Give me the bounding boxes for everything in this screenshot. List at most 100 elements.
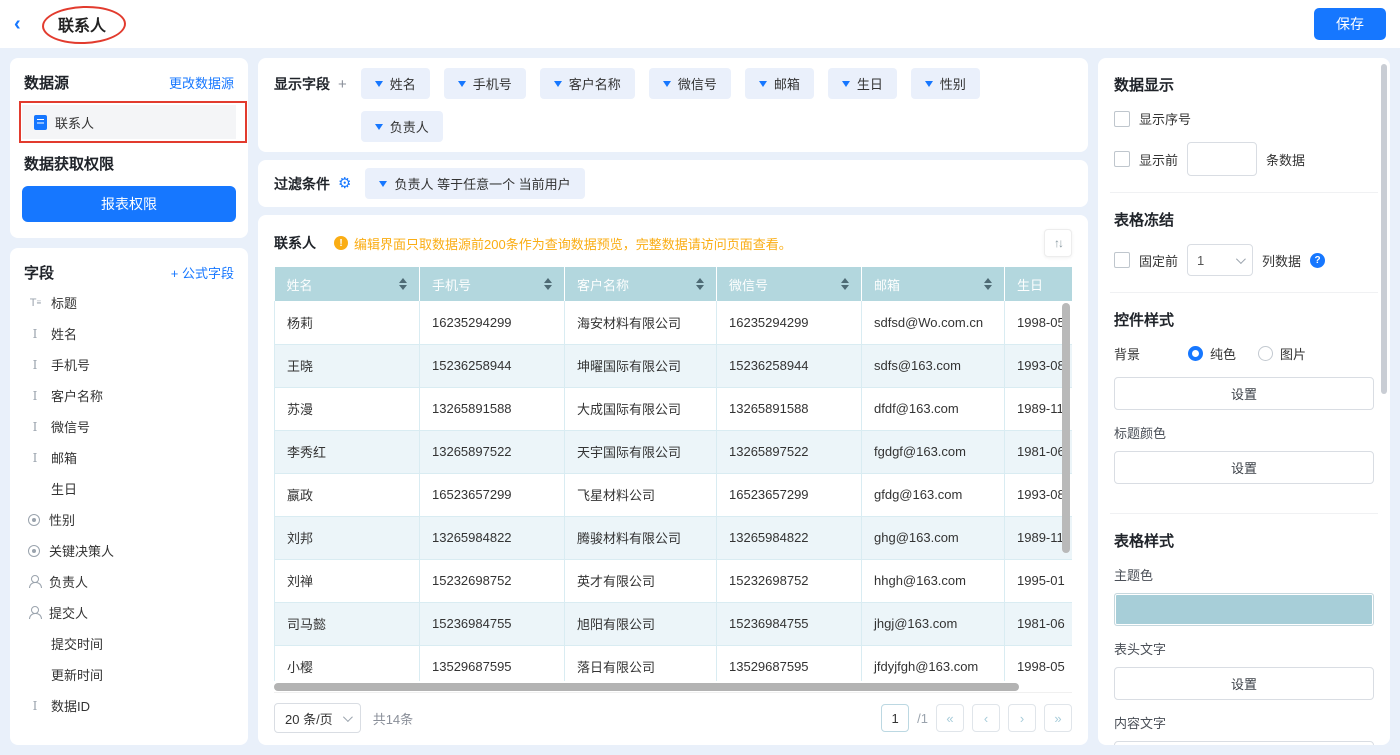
- vertical-scrollbar[interactable]: [1062, 303, 1070, 553]
- current-page-input[interactable]: 1: [881, 704, 909, 732]
- document-icon: [34, 115, 47, 130]
- field-item[interactable]: 数据ID: [22, 690, 236, 721]
- table-row: 刘邦13265984822腾骏材料有限公司13265984822ghg@163.…: [275, 516, 1073, 559]
- save-button[interactable]: 保存: [1314, 8, 1386, 40]
- field-item[interactable]: 生日: [22, 473, 236, 504]
- field-item[interactable]: 关键决策人: [22, 535, 236, 566]
- table-cell: 15236984755: [717, 602, 862, 645]
- field-item[interactable]: 邮箱: [22, 442, 236, 473]
- column-header[interactable]: 生日: [1005, 267, 1073, 301]
- show-index-checkbox[interactable]: [1114, 111, 1130, 127]
- chevron-down-icon: [925, 81, 933, 87]
- field-item[interactable]: 微信号: [22, 411, 236, 442]
- sort-icon[interactable]: [984, 278, 992, 291]
- center-column: 显示字段 + 姓名手机号客户名称微信号邮箱生日性别负责人 过滤条件 ⚙ 负责人 …: [258, 58, 1088, 745]
- chevron-down-icon: [842, 81, 850, 87]
- table-cell: 腾骏材料有限公司: [565, 516, 717, 559]
- field-item[interactable]: 性别: [22, 504, 236, 535]
- table-cell: 13529687595: [420, 645, 565, 681]
- field-item[interactable]: 提交人: [22, 597, 236, 628]
- display-field-chip[interactable]: 微信号: [649, 68, 731, 99]
- theme-color-swatch[interactable]: [1114, 593, 1374, 626]
- table-row: 李秀红13265897522天宇国际有限公司13265897522fgdgf@1…: [275, 430, 1073, 473]
- content-text-set-button[interactable]: 设置: [1114, 741, 1374, 745]
- table-cell: 英才有限公司: [565, 559, 717, 602]
- bg-image-option[interactable]: 图片: [1258, 344, 1306, 363]
- display-field-chip[interactable]: 性别: [911, 68, 980, 99]
- field-item[interactable]: 客户名称: [22, 380, 236, 411]
- sort-icon[interactable]: [399, 278, 407, 291]
- panel-scrollbar[interactable]: [1381, 64, 1387, 394]
- table-row: 刘禅15232698752英才有限公司15232698752hhgh@163.c…: [275, 559, 1073, 602]
- display-field-chip[interactable]: 客户名称: [540, 68, 635, 99]
- field-item-label: 标题: [51, 293, 77, 312]
- column-header-label: 生日: [1017, 275, 1043, 294]
- filter-condition-chip[interactable]: 负责人 等于任意一个 当前用户: [365, 168, 584, 199]
- table-card: 联系人 ! 编辑界面只取数据源前200条作为查询数据预览，完整数据请访问页面查看…: [258, 215, 1088, 745]
- display-field-chip[interactable]: 生日: [828, 68, 897, 99]
- field-item[interactable]: 负责人: [22, 566, 236, 597]
- field-item-label: 性别: [49, 510, 75, 529]
- back-icon[interactable]: ‹: [14, 14, 38, 34]
- freeze-count-select[interactable]: 1: [1187, 244, 1253, 276]
- table-cell: 15236258944: [717, 344, 862, 387]
- header-text-set-button[interactable]: 设置: [1114, 667, 1374, 700]
- help-icon[interactable]: ?: [1310, 253, 1325, 268]
- datasource-item[interactable]: 联系人: [22, 105, 236, 139]
- freeze-checkbox[interactable]: [1114, 252, 1130, 268]
- sort-icon[interactable]: [841, 278, 849, 291]
- display-field-chip[interactable]: 负责人: [361, 111, 443, 142]
- table-cell: 16235294299: [717, 301, 862, 344]
- background-set-button[interactable]: 设置: [1114, 377, 1374, 410]
- table-cell: 15236258944: [420, 344, 565, 387]
- left-sidebar: 数据源 更改数据源 联系人 数据获取权限 报表权限 字段 + 公式字段 标题姓名…: [10, 58, 248, 745]
- sort-icon[interactable]: [544, 278, 552, 291]
- field-item[interactable]: 姓名: [22, 318, 236, 349]
- freeze-title: 表格冻结: [1114, 209, 1374, 230]
- page-size-select[interactable]: 20 条/页: [274, 703, 361, 733]
- title-color-set-button[interactable]: 设置: [1114, 451, 1374, 484]
- topbar: ‹ 联系人 保存: [0, 0, 1400, 48]
- reorder-button[interactable]: ↑↓: [1044, 229, 1072, 257]
- main-content: 数据源 更改数据源 联系人 数据获取权限 报表权限 字段 + 公式字段 标题姓名…: [0, 48, 1400, 755]
- show-first-checkbox[interactable]: [1114, 151, 1130, 167]
- table-cell: 飞星材料公司: [565, 473, 717, 516]
- report-permission-button[interactable]: 报表权限: [22, 186, 236, 222]
- field-item[interactable]: 标题: [22, 287, 236, 318]
- field-item[interactable]: 更新时间: [22, 659, 236, 690]
- datasource-panel: 数据源 更改数据源 联系人 数据获取权限 报表权限: [10, 58, 248, 238]
- sort-icon[interactable]: [696, 278, 704, 291]
- bg-solid-option[interactable]: 纯色: [1188, 344, 1236, 363]
- table-row: 司马懿15236984755旭阳有限公司15236984755jhgj@163.…: [275, 602, 1073, 645]
- add-display-field-button[interactable]: +: [338, 76, 347, 93]
- column-header[interactable]: 客户名称: [565, 267, 717, 301]
- display-field-chip[interactable]: 姓名: [361, 68, 430, 99]
- horizontal-scrollbar[interactable]: [274, 683, 1019, 691]
- show-first-input[interactable]: [1187, 142, 1257, 176]
- column-header[interactable]: 手机号: [420, 267, 565, 301]
- table-cell: 16523657299: [717, 473, 862, 516]
- prev-page-button[interactable]: ‹: [972, 704, 1000, 732]
- chevron-down-icon: [1236, 254, 1246, 264]
- display-field-chip[interactable]: 邮箱: [745, 68, 814, 99]
- chevron-down-icon: [759, 81, 767, 87]
- table-row: 嬴政16523657299飞星材料公司16523657299gfdg@163.c…: [275, 473, 1073, 516]
- text-icon: [28, 699, 42, 713]
- first-page-button[interactable]: «: [936, 704, 964, 732]
- column-header[interactable]: 微信号: [717, 267, 862, 301]
- display-field-chip[interactable]: 手机号: [444, 68, 526, 99]
- gear-icon[interactable]: ⚙: [338, 176, 351, 191]
- field-item[interactable]: 手机号: [22, 349, 236, 380]
- column-header[interactable]: 邮箱: [862, 267, 1005, 301]
- table-cell: sdfs@163.com: [862, 344, 1005, 387]
- chevron-down-icon: [375, 81, 383, 87]
- preview-warning: ! 编辑界面只取数据源前200条作为查询数据预览，完整数据请访问页面查看。: [334, 234, 1026, 253]
- change-datasource-link[interactable]: 更改数据源: [169, 73, 234, 92]
- add-formula-field-link[interactable]: + 公式字段: [171, 263, 234, 282]
- last-page-button[interactable]: »: [1044, 704, 1072, 732]
- table-cell: 嬴政: [275, 473, 420, 516]
- table-cell: 13529687595: [717, 645, 862, 681]
- field-item[interactable]: 提交时间: [22, 628, 236, 659]
- next-page-button[interactable]: ›: [1008, 704, 1036, 732]
- column-header[interactable]: 姓名: [275, 267, 420, 301]
